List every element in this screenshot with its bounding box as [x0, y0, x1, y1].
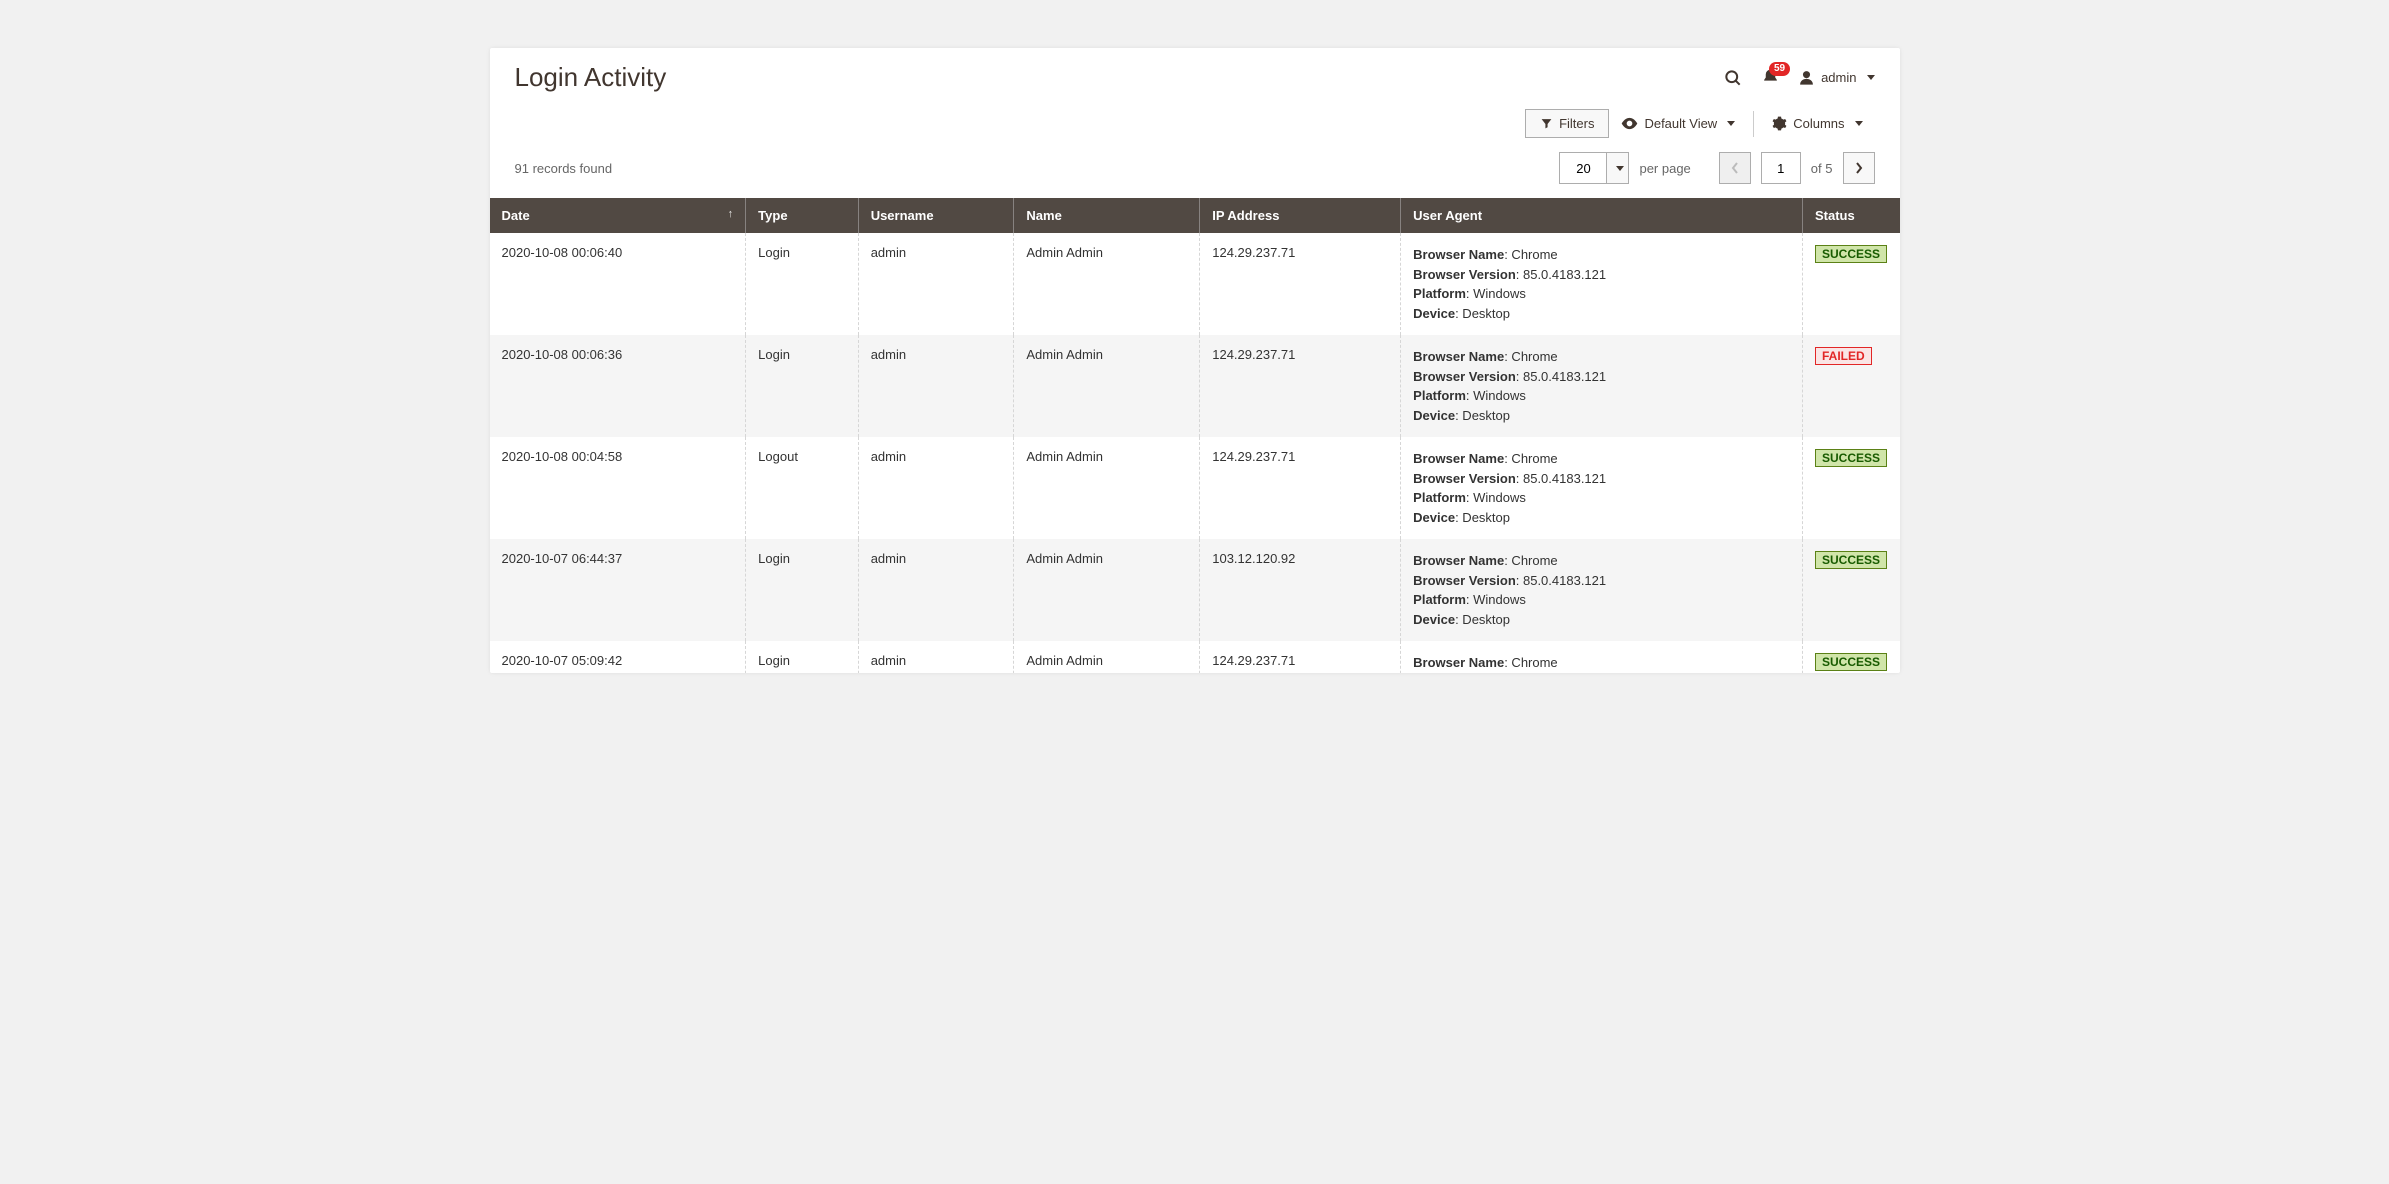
cell-user-agent: Browser Name: ChromeBrowser Version: 85.…: [1401, 539, 1803, 641]
notifications-badge: 59: [1769, 62, 1790, 76]
user-menu[interactable]: admin: [1798, 69, 1874, 86]
next-page-button[interactable]: [1843, 152, 1875, 184]
cell-date: 2020-10-07 06:44:37: [490, 539, 746, 641]
cell-type: Login: [746, 641, 859, 673]
filters-button[interactable]: Filters: [1525, 109, 1609, 138]
col-header-username[interactable]: Username: [858, 198, 1014, 233]
user-label: admin: [1821, 70, 1856, 85]
columns-label: Columns: [1793, 116, 1844, 131]
cell-ip: 124.29.237.71: [1200, 437, 1401, 539]
col-header-ip[interactable]: IP Address: [1200, 198, 1401, 233]
page-size-dropdown[interactable]: [1606, 153, 1628, 183]
table-header-row: Date↑ Type Username Name IP Address User…: [490, 198, 1900, 233]
search-button[interactable]: [1723, 68, 1743, 88]
status-badge: SUCCESS: [1815, 551, 1887, 569]
view-label: Default View: [1644, 116, 1717, 131]
login-activity-panel: Login Activity 59 admin Filters Default …: [490, 48, 1900, 673]
cell-type: Login: [746, 233, 859, 335]
table-row[interactable]: 2020-10-08 00:06:36LoginadminAdmin Admin…: [490, 335, 1900, 437]
cell-name: Admin Admin: [1014, 437, 1200, 539]
cell-name: Admin Admin: [1014, 641, 1200, 673]
table-row[interactable]: 2020-10-07 06:44:37LoginadminAdmin Admin…: [490, 539, 1900, 641]
cell-date: 2020-10-07 05:09:42: [490, 641, 746, 673]
chevron-down-icon: [1727, 121, 1735, 126]
col-header-status[interactable]: Status: [1803, 198, 1900, 233]
status-badge: SUCCESS: [1815, 653, 1887, 671]
records-found: 91 records found: [515, 161, 613, 176]
notifications-button[interactable]: 59: [1761, 68, 1780, 87]
current-page-input[interactable]: [1761, 152, 1801, 184]
cell-ip: 103.12.120.92: [1200, 539, 1401, 641]
chevron-left-icon: [1731, 162, 1739, 174]
cell-user-agent: Browser Name: ChromeBrowser Version: 85.…: [1401, 437, 1803, 539]
cell-type: Login: [746, 335, 859, 437]
cell-user-agent: Browser Name: ChromeBrowser Version: 85.…: [1401, 233, 1803, 335]
of-pages: of 5: [1811, 161, 1833, 176]
table-row[interactable]: 2020-10-08 00:06:40LoginadminAdmin Admin…: [490, 233, 1900, 335]
table-row[interactable]: 2020-10-07 05:09:42LoginadminAdmin Admin…: [490, 641, 1900, 673]
grid-table-wrap: Date↑ Type Username Name IP Address User…: [490, 198, 1900, 673]
cell-name: Admin Admin: [1014, 539, 1200, 641]
chevron-right-icon: [1855, 162, 1863, 174]
cell-name: Admin Admin: [1014, 233, 1200, 335]
col-header-date[interactable]: Date↑: [490, 198, 746, 233]
cell-status: SUCCESS: [1803, 437, 1900, 539]
funnel-icon: [1540, 117, 1553, 130]
grid-meta-row: 91 records found per page of 5: [490, 144, 1900, 198]
user-icon: [1798, 69, 1815, 86]
chevron-down-icon: [1855, 121, 1863, 126]
cell-username: admin: [858, 437, 1014, 539]
eye-icon: [1621, 117, 1638, 130]
page-title: Login Activity: [515, 62, 667, 93]
cell-status: FAILED: [1803, 335, 1900, 437]
cell-type: Login: [746, 539, 859, 641]
gear-icon: [1772, 116, 1787, 131]
search-icon: [1723, 68, 1743, 88]
cell-user-agent: Browser Name: ChromeBrowser Version: 85.…: [1401, 641, 1803, 673]
page-size-input[interactable]: [1560, 153, 1606, 183]
cell-ip: 124.29.237.71: [1200, 641, 1401, 673]
chevron-down-icon: [1616, 166, 1624, 171]
chevron-down-icon: [1867, 75, 1875, 80]
panel-header: Login Activity 59 admin: [490, 48, 1900, 99]
cell-user-agent: Browser Name: ChromeBrowser Version: 85.…: [1401, 335, 1803, 437]
cell-username: admin: [858, 233, 1014, 335]
col-header-name[interactable]: Name: [1014, 198, 1200, 233]
cell-date: 2020-10-08 00:04:58: [490, 437, 746, 539]
cell-type: Logout: [746, 437, 859, 539]
cell-username: admin: [858, 641, 1014, 673]
status-badge: SUCCESS: [1815, 245, 1887, 263]
toolbar-divider: [1753, 111, 1754, 137]
cell-date: 2020-10-08 00:06:36: [490, 335, 746, 437]
cell-username: admin: [858, 335, 1014, 437]
prev-page-button[interactable]: [1719, 152, 1751, 184]
cell-status: SUCCESS: [1803, 233, 1900, 335]
status-badge: SUCCESS: [1815, 449, 1887, 467]
cell-name: Admin Admin: [1014, 335, 1200, 437]
table-row[interactable]: 2020-10-08 00:04:58LogoutadminAdmin Admi…: [490, 437, 1900, 539]
cell-ip: 124.29.237.71: [1200, 335, 1401, 437]
cell-username: admin: [858, 539, 1014, 641]
columns-button[interactable]: Columns: [1760, 110, 1874, 137]
cell-status: SUCCESS: [1803, 539, 1900, 641]
page-size-control: [1559, 152, 1629, 184]
cell-status: SUCCESS: [1803, 641, 1900, 673]
col-header-ua[interactable]: User Agent: [1401, 198, 1803, 233]
grid-toolbar: Filters Default View Columns: [490, 99, 1900, 144]
per-page-label: per page: [1639, 161, 1690, 176]
pager: per page of 5: [1559, 152, 1874, 184]
sort-asc-icon: ↑: [728, 208, 734, 220]
cell-date: 2020-10-08 00:06:40: [490, 233, 746, 335]
col-header-type[interactable]: Type: [746, 198, 859, 233]
login-activity-table: Date↑ Type Username Name IP Address User…: [490, 198, 1900, 673]
status-badge: FAILED: [1815, 347, 1872, 365]
header-actions: 59 admin: [1723, 68, 1874, 88]
default-view-button[interactable]: Default View: [1609, 110, 1747, 137]
filters-label: Filters: [1559, 116, 1594, 131]
cell-ip: 124.29.237.71: [1200, 233, 1401, 335]
